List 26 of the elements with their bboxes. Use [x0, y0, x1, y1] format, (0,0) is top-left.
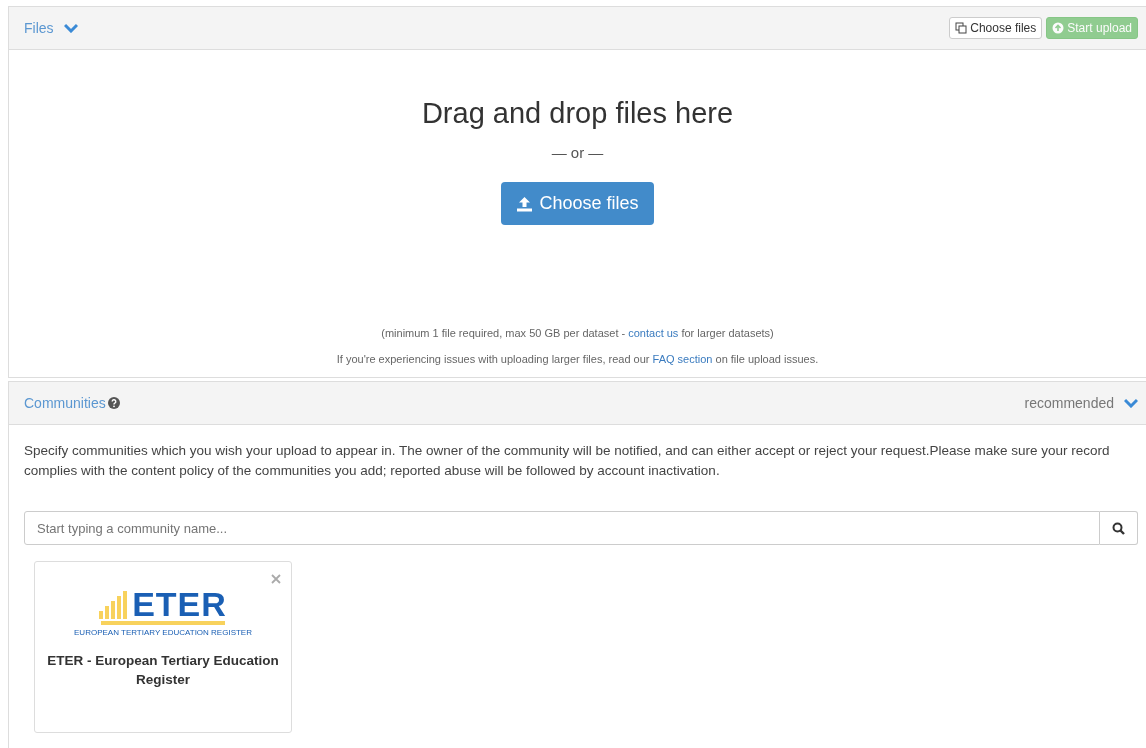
logo-text: ETER — [132, 589, 227, 619]
text-link[interactable]: FAQ section — [652, 353, 713, 365]
chevron-down-icon[interactable] — [63, 23, 78, 33]
recommended-label: recommended — [1024, 395, 1114, 411]
copy-icon — [955, 22, 968, 34]
close-icon[interactable] — [271, 574, 281, 584]
help-note: If you're experiencing issues with uploading larger files, read our FAQ section on file upload issues. — [336, 353, 819, 365]
upload-icon — [516, 195, 534, 212]
drop-zone-title: Drag and drop files here — [421, 97, 734, 130]
description-text: Specify communities which you wish your upload to appear in. The owner of the community will be notified, and can either accept or reject your request.Please make sure your record complies with the content policy of the communities you add; reported abuse will be followed by account inactivation. — [24, 442, 1111, 480]
panel-title[interactable]: Communities — [24, 395, 106, 411]
community-search-field[interactable]: Start typing a community name... — [24, 511, 1100, 545]
panel-title[interactable]: Files — [24, 20, 54, 36]
search-icon — [1112, 521, 1125, 535]
bar-chart-icon — [99, 591, 130, 619]
community-name: ETER - European Tertiary Education Register — [46, 652, 280, 689]
chevron-down-icon[interactable] — [1124, 398, 1138, 408]
upload-circle-icon — [1052, 22, 1065, 34]
limit-note: (minimum 1 file required, max 50 GB per dataset - contact us for larger datasets) — [381, 327, 774, 339]
choose-files-button[interactable]: Choose files — [501, 182, 654, 225]
separator-text: — or — — [551, 144, 604, 161]
search-button[interactable] — [1100, 511, 1138, 545]
choose-files-button[interactable]: Choose files — [949, 17, 1043, 39]
help-icon[interactable] — [107, 397, 120, 409]
logo-tagline: EUROPEAN TERTIARY EDUCATION REGISTER — [74, 628, 252, 637]
text-link[interactable]: contact us — [628, 327, 679, 339]
